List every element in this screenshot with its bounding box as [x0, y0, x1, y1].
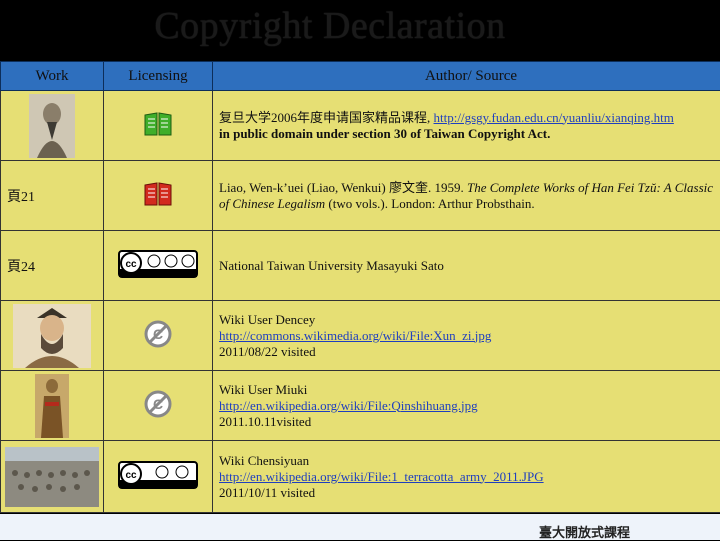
work-cell	[1, 91, 104, 161]
source-link[interactable]: http://commons.wikimedia.org/wiki/File:X…	[219, 328, 491, 343]
source-date: 2011.10.11visited	[219, 414, 720, 430]
license-cell: cc	[104, 231, 213, 301]
table-row: C Wiki User Miuki http://en.wikipedia.or…	[1, 371, 720, 441]
source-note: in public domain under section 30 of Tai…	[219, 126, 550, 141]
source-cell: Wiki User Dencey http://commons.wikimedi…	[213, 301, 720, 371]
header-licensing: Licensing	[104, 62, 213, 91]
source-author: Wiki User Miuki	[219, 382, 720, 398]
statue-thumbnail	[35, 374, 69, 438]
portrait-thumbnail	[29, 94, 75, 158]
source-date: 2011/08/22 visited	[219, 344, 720, 360]
source-author: Wiki Chensiyuan	[219, 453, 720, 469]
license-cell	[104, 91, 213, 161]
work-cell	[1, 371, 104, 441]
source-cell: 复旦大学2006年度申请国家精品课程, http://gsgy.fudan.ed…	[213, 91, 720, 161]
table-row: cc Wiki Chensiyuan http://en.wikipedia.o…	[1, 441, 720, 513]
copyright-table: Work Licensing Author/ Source	[0, 61, 720, 513]
source-date: 2011/10/11 visited	[219, 485, 720, 501]
source-link[interactable]: http://en.wikipedia.org/wiki/File:Qinshi…	[219, 398, 478, 413]
no-copyright-icon: C	[143, 389, 173, 419]
source-text: (two vols.). London: Arthur Probsthain.	[325, 196, 534, 211]
page-title: Copyright Declaration	[0, 4, 660, 48]
red-book-icon	[143, 181, 173, 207]
terracotta-thumbnail	[5, 447, 99, 507]
table-row: 頁24 cc National Taiwan University Masayu…	[1, 231, 720, 301]
license-cell	[104, 161, 213, 231]
no-copyright-icon: C	[143, 319, 173, 349]
source-author: Wiki User Dencey	[219, 312, 720, 328]
source-cell: Wiki User Miuki http://en.wikipedia.org/…	[213, 371, 720, 441]
source-link[interactable]: http://gsgy.fudan.edu.cn/yuanliu/xianqin…	[434, 110, 674, 125]
source-cell: National Taiwan University Masayuki Sato	[213, 231, 720, 301]
table-row: 頁21 Liao, Wen-k’uei (Liao, Wenkui) 廖文奎. …	[1, 161, 720, 231]
source-text: Liao, Wen-k’uei (Liao, Wenkui) 廖文奎. 1959…	[219, 180, 467, 195]
table-row: 复旦大学2006年度申请国家精品课程, http://gsgy.fudan.ed…	[1, 91, 720, 161]
license-cell: C	[104, 371, 213, 441]
table-row: C Wiki User Dencey http://commons.wikime…	[1, 301, 720, 371]
svg-text:cc: cc	[125, 470, 137, 481]
green-book-icon	[143, 111, 173, 137]
source-cell: Wiki Chensiyuan http://en.wikipedia.org/…	[213, 441, 720, 513]
source-text: 复旦大学2006年度申请国家精品课程,	[219, 110, 434, 125]
header-source: Author/ Source	[213, 62, 720, 91]
work-cell	[1, 301, 104, 371]
cc-by-nc-sa-icon: cc	[118, 250, 198, 278]
license-cell: C	[104, 301, 213, 371]
work-cell: 頁21	[1, 161, 104, 231]
portrait-thumbnail	[13, 304, 91, 368]
license-cell: cc	[104, 441, 213, 513]
source-link[interactable]: http://en.wikipedia.org/wiki/File:1_terr…	[219, 469, 544, 484]
source-cell: Liao, Wen-k’uei (Liao, Wenkui) 廖文奎. 1959…	[213, 161, 720, 231]
header-work: Work	[1, 62, 104, 91]
svg-text:cc: cc	[125, 259, 137, 270]
cc-by-sa-icon: cc	[118, 461, 198, 489]
work-cell	[1, 441, 104, 513]
work-cell: 頁24	[1, 231, 104, 301]
footer-label: 臺大開放式課程	[539, 522, 630, 541]
